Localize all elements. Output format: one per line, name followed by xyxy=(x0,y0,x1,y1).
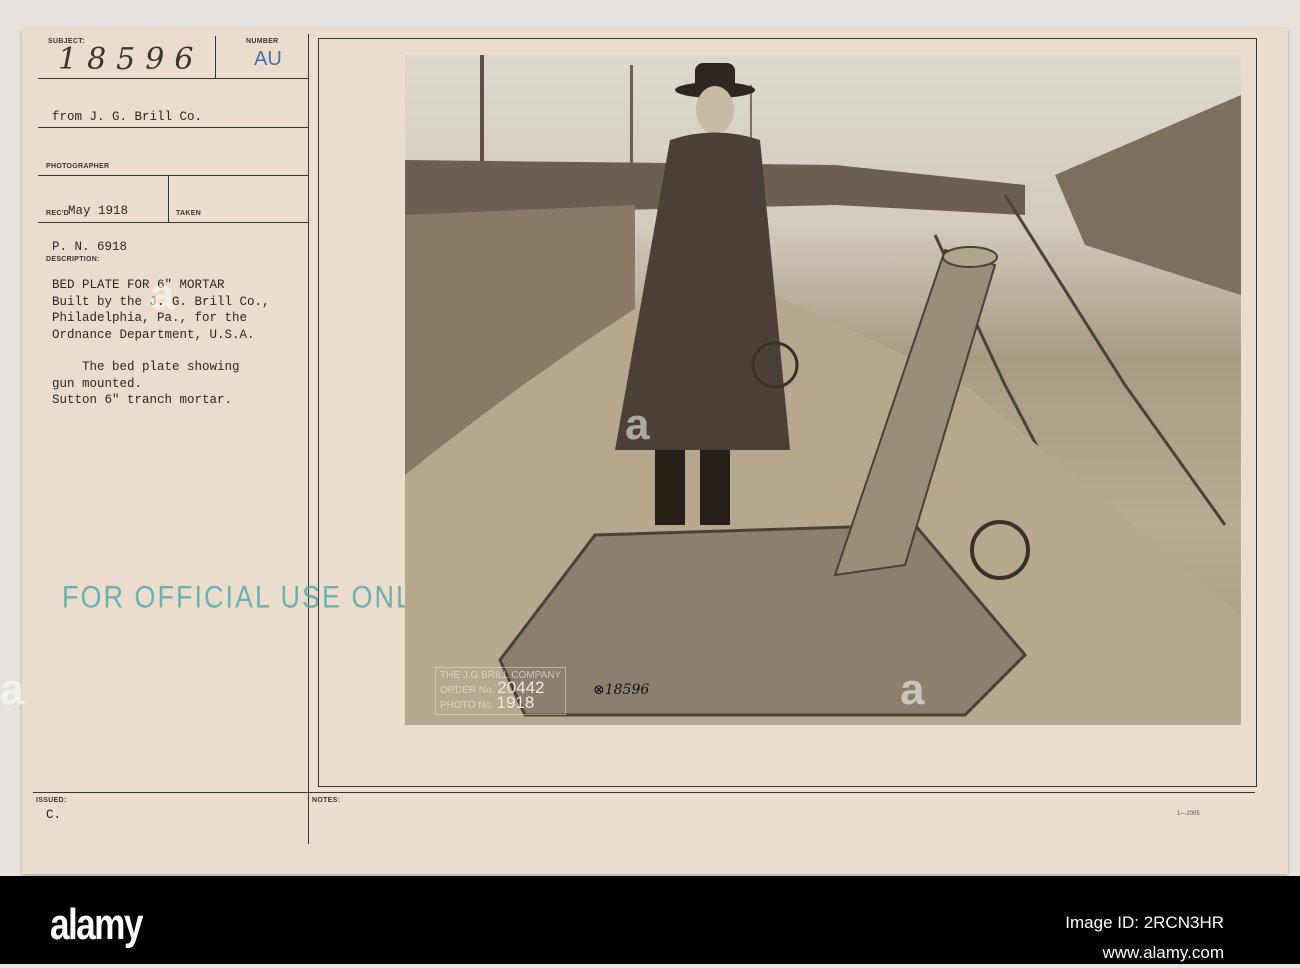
description-line: gun mounted. xyxy=(52,376,143,391)
trouser-leg xyxy=(700,450,730,525)
photograph: THE J.G.BRILL COMPANY ORDER No. 20442 PH… xyxy=(405,55,1241,725)
divider xyxy=(38,78,308,79)
number-label: NUMBER xyxy=(246,38,279,45)
image-info: Image ID: 2RCN3HR www.alamy.com xyxy=(1065,908,1224,968)
photo-plate: THE J.G.BRILL COMPANY ORDER No. 20442 PH… xyxy=(435,667,567,715)
issued-value: C. xyxy=(46,808,62,822)
embankment xyxy=(1055,95,1241,295)
taken-label: TAKEN xyxy=(176,210,202,217)
source-text: from J. G. Brill Co. xyxy=(52,110,203,124)
issued-label: ISSUED: xyxy=(36,797,67,804)
telegraph-pole xyxy=(480,55,484,165)
negative-number: ⊗18596 xyxy=(593,682,650,698)
form-number: 1—2005 xyxy=(1177,811,1200,817)
description-line: Ordnance Department, U.S.A. xyxy=(52,327,255,342)
telegraph-pole xyxy=(630,65,633,165)
notes-label: NOTES: xyxy=(312,797,341,804)
divider xyxy=(38,175,308,176)
barrel-muzzle xyxy=(942,246,998,268)
plate-photo: PHOTO No. 1918 xyxy=(440,694,561,712)
watermark-glyph: a xyxy=(625,400,650,449)
plate-photo-number: 1918 xyxy=(496,693,535,712)
watermark-glyph: a xyxy=(900,665,925,714)
divider xyxy=(38,127,308,128)
recd-value: May 1918 xyxy=(68,204,129,218)
alamy-logo: alamy xyxy=(50,900,143,949)
subject-number: 18596 xyxy=(58,42,204,77)
description-label: DESCRIPTION: xyxy=(46,256,100,263)
plate-order-label: ORDER No. xyxy=(440,685,495,696)
description-line xyxy=(52,343,270,359)
number-stamp: AU xyxy=(254,48,282,70)
divider xyxy=(215,36,216,78)
trouser-leg xyxy=(655,450,685,525)
recd-label: REC'D xyxy=(46,210,69,217)
description-line: The bed plate showing xyxy=(52,360,240,374)
photographer-label: PHOTOGRAPHER xyxy=(46,163,110,170)
watermark-glyph: a xyxy=(0,665,25,714)
image-id: Image ID: 2RCN3HR xyxy=(1065,913,1224,932)
photo-scene xyxy=(405,55,1241,725)
divider xyxy=(33,792,1255,793)
watermark-glyph: a xyxy=(150,270,175,319)
pn-number: P. N. 6918 xyxy=(52,240,128,254)
face xyxy=(696,86,734,134)
description-line: Sutton 6" tranch mortar. xyxy=(52,393,233,407)
divider xyxy=(38,222,308,223)
divider xyxy=(308,34,309,844)
plate-photo-label: PHOTO No. xyxy=(440,700,494,711)
divider xyxy=(168,175,169,222)
